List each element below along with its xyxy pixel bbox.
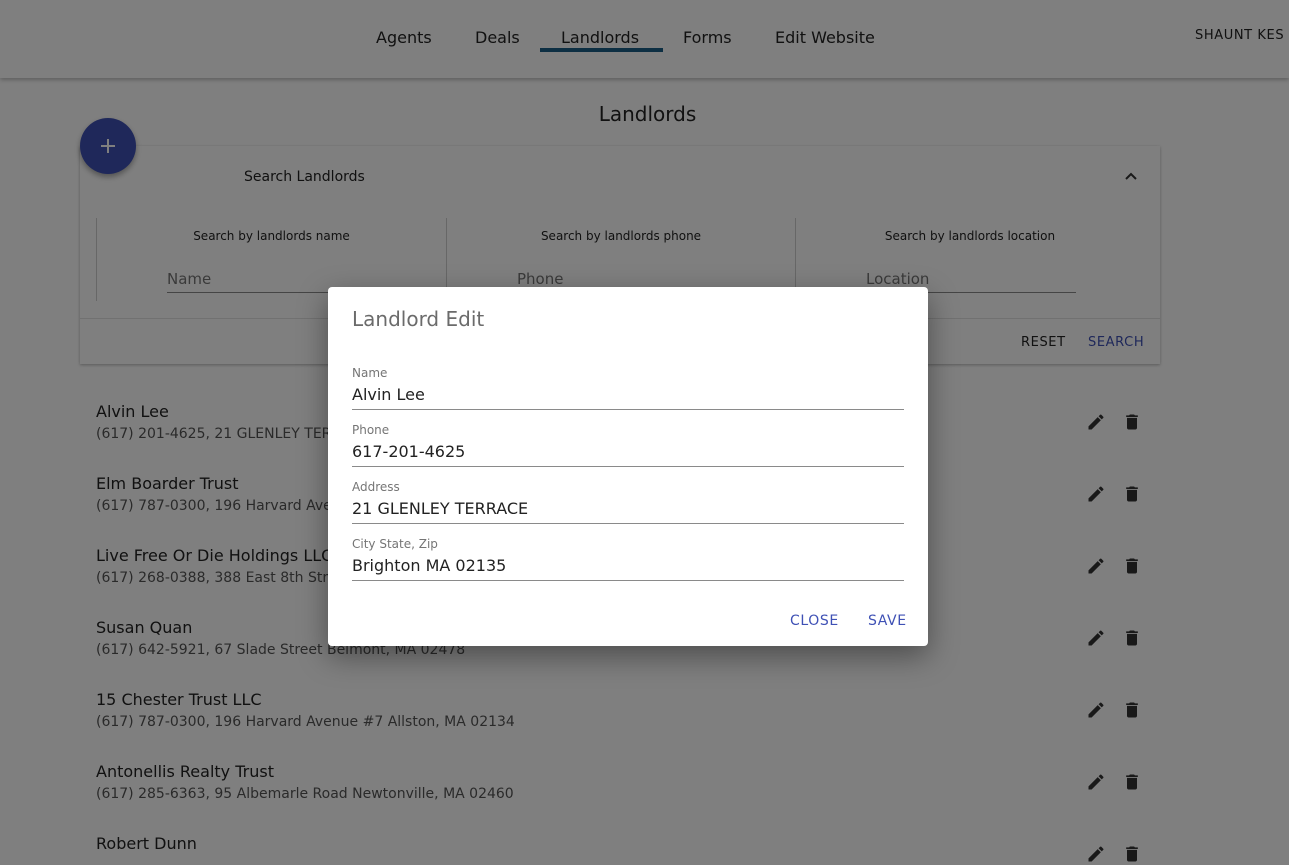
close-button[interactable]: CLOSE	[790, 613, 839, 629]
city-state-zip-input[interactable]	[352, 551, 904, 581]
phone-field-label: Phone	[352, 423, 390, 437]
save-button[interactable]: SAVE	[868, 613, 907, 629]
city-state-zip-label: City State, Zip	[352, 537, 438, 551]
name-field: Name	[352, 366, 904, 410]
dialog-title: Landlord Edit	[352, 307, 485, 331]
phone-field: Phone	[352, 423, 904, 467]
name-field-label: Name	[352, 366, 388, 380]
address-input[interactable]	[352, 494, 904, 524]
city-state-zip-field: City State, Zip	[352, 537, 904, 581]
address-field-label: Address	[352, 480, 400, 494]
landlord-edit-dialog: Landlord Edit Name Phone Address City St…	[328, 287, 928, 646]
phone-input[interactable]	[352, 437, 904, 467]
address-field: Address	[352, 480, 904, 524]
name-input[interactable]	[352, 380, 904, 410]
